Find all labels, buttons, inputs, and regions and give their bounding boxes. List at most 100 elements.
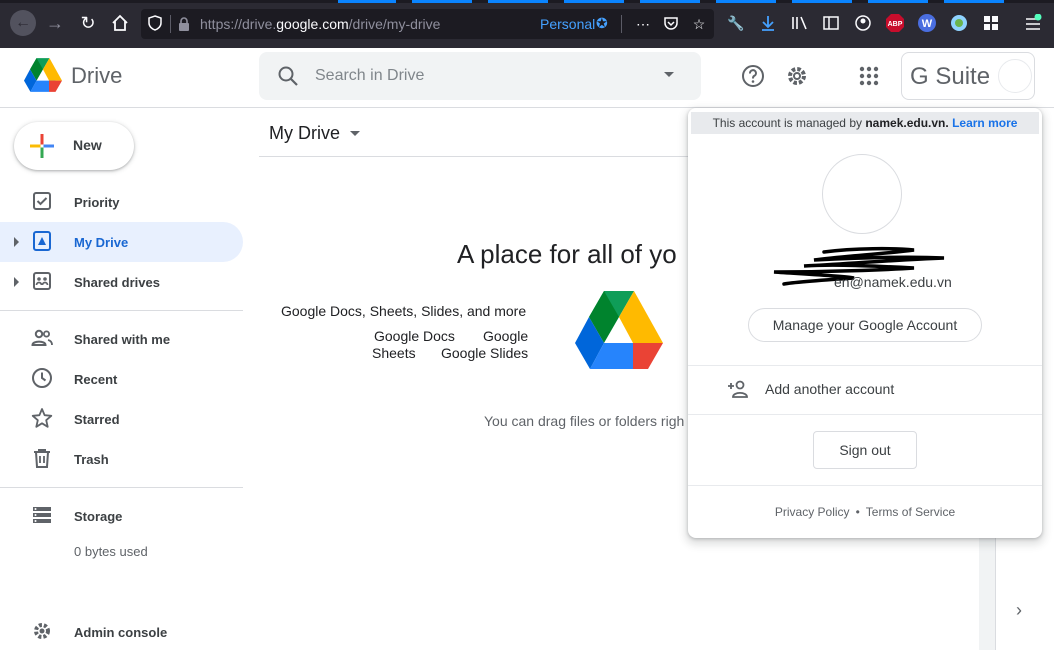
extension-globe-icon[interactable] bbox=[948, 12, 970, 34]
privacy-policy-link[interactable]: Privacy Policy bbox=[775, 505, 850, 519]
sidebar-item-shared-with-me[interactable]: Shared with me bbox=[0, 319, 243, 359]
sidebar-item-label: Shared drives bbox=[74, 275, 160, 290]
clock-icon bbox=[31, 367, 53, 389]
sidebar-divider bbox=[0, 310, 243, 311]
sidebar-item-label: Trash bbox=[74, 452, 109, 467]
sidebar-item-recent[interactable]: Recent bbox=[0, 359, 243, 399]
add-account-button[interactable]: Add another account bbox=[688, 365, 1042, 413]
reload-icon[interactable]: ↻ bbox=[75, 10, 101, 36]
sidebar-item-storage[interactable]: Storage bbox=[0, 496, 243, 536]
sidebar-item-label: Priority bbox=[74, 195, 120, 210]
url-bar[interactable]: https://drive.google.com/drive/my-drive … bbox=[141, 9, 714, 39]
manage-account-button[interactable]: Manage your Google Account bbox=[748, 308, 982, 342]
sidebar-toggle-icon[interactable] bbox=[820, 12, 842, 34]
sidebar-item-label: Starred bbox=[74, 412, 120, 427]
drag-drop-hint: You can drag files or folders righ bbox=[484, 413, 685, 429]
app-label-google: Google bbox=[483, 328, 529, 344]
wrench-icon[interactable]: 🔧 bbox=[725, 12, 747, 34]
my-drive-icon bbox=[31, 230, 53, 252]
managed-text: This account is managed by bbox=[712, 116, 862, 130]
svg-text:ABP: ABP bbox=[888, 21, 903, 28]
new-button[interactable]: New bbox=[14, 122, 134, 170]
library-icon[interactable] bbox=[789, 12, 811, 34]
fingerprint-icon[interactable]: ✪ bbox=[596, 15, 610, 33]
tab-strip bbox=[0, 0, 1054, 3]
home-icon[interactable] bbox=[107, 10, 133, 36]
container-label[interactable]: Personal bbox=[540, 16, 595, 32]
learn-more-link[interactable]: Learn more bbox=[952, 116, 1017, 130]
more-dots-icon[interactable]: ⋯ bbox=[633, 15, 653, 33]
url-text[interactable]: https://drive.google.com/drive/my-drive bbox=[200, 16, 440, 32]
pocket-icon[interactable] bbox=[661, 15, 681, 33]
download-icon[interactable] bbox=[757, 12, 779, 34]
expand-caret-icon[interactable] bbox=[14, 277, 19, 287]
help-icon[interactable] bbox=[740, 63, 766, 89]
star-icon bbox=[31, 407, 53, 429]
sidebar-item-trash[interactable]: Trash bbox=[0, 439, 243, 479]
drive-illustration-icon bbox=[575, 291, 663, 369]
apps-grid-icon[interactable] bbox=[856, 63, 882, 89]
add-person-icon bbox=[728, 379, 750, 399]
app-title[interactable]: Drive bbox=[71, 63, 122, 89]
gsuite-account-button[interactable]: G Suite bbox=[901, 52, 1035, 100]
trash-icon bbox=[31, 447, 53, 469]
drive-logo-icon[interactable] bbox=[24, 58, 62, 92]
storage-used-text: 0 bytes used bbox=[74, 544, 148, 559]
sidebar-divider bbox=[0, 487, 243, 488]
sidebar-item-admin-console[interactable]: Admin console bbox=[0, 612, 243, 652]
sidebar-item-label: My Drive bbox=[74, 235, 129, 250]
search-input[interactable] bbox=[315, 64, 645, 88]
checkbox-icon bbox=[31, 190, 53, 212]
app-label-docs: Google Docs bbox=[374, 328, 455, 344]
new-button-label: New bbox=[73, 137, 102, 153]
drive-header: Drive G Suite bbox=[0, 48, 1054, 108]
managed-account-banner: This account is managed by namek.edu.vn.… bbox=[691, 112, 1039, 134]
app-label-slides: Google Slides bbox=[441, 345, 529, 361]
bookmark-star-icon[interactable]: ☆ bbox=[689, 15, 709, 33]
avatar[interactable] bbox=[998, 59, 1032, 93]
features-heading: Google Docs, Sheets, Slides, and more bbox=[281, 303, 527, 319]
settings-gear-icon[interactable] bbox=[784, 63, 810, 89]
sidebar-item-my-drive[interactable]: My Drive bbox=[0, 222, 243, 262]
back-arrow-icon[interactable]: ← bbox=[10, 10, 36, 36]
search-options-dropdown-icon[interactable] bbox=[664, 72, 674, 77]
people-icon bbox=[31, 327, 53, 349]
shared-drives-icon bbox=[31, 270, 53, 292]
account-icon[interactable] bbox=[852, 12, 874, 34]
search-icon[interactable] bbox=[277, 65, 299, 87]
storage-icon bbox=[31, 504, 53, 526]
app-label-sheets: Sheets bbox=[372, 345, 416, 361]
terms-of-service-link[interactable]: Terms of Service bbox=[866, 505, 955, 519]
browser-toolbar: ← → ↻ https://drive.google.com/drive/my-… bbox=[0, 0, 1054, 48]
sidebar-item-starred[interactable]: Starred bbox=[0, 399, 243, 439]
account-email: en@namek.edu.vn bbox=[834, 274, 952, 290]
sidebar-item-shared-drives[interactable]: Shared drives bbox=[0, 262, 243, 302]
expand-caret-icon[interactable] bbox=[14, 237, 19, 247]
tracking-shield-icon[interactable] bbox=[147, 15, 163, 33]
gsuite-logo: G Suite bbox=[910, 63, 991, 90]
sidebar-item-label: Storage bbox=[74, 509, 123, 524]
empty-state-heading: A place for all of yo bbox=[457, 239, 677, 269]
sidebar-item-label: Recent bbox=[74, 372, 118, 387]
extensions-grid-icon[interactable] bbox=[980, 12, 1002, 34]
extension-w-icon[interactable]: W bbox=[916, 12, 938, 34]
account-popup: This account is managed by namek.edu.vn.… bbox=[688, 108, 1042, 538]
forward-arrow-icon[interactable]: → bbox=[42, 10, 68, 36]
sidebar-item-label: Shared with me bbox=[74, 332, 171, 347]
add-account-label: Add another account bbox=[765, 381, 895, 397]
footer-separator: • bbox=[855, 505, 860, 519]
adblock-icon[interactable]: ABP bbox=[884, 12, 906, 34]
page-title[interactable]: My Drive bbox=[269, 123, 340, 144]
managed-domain: namek.edu.vn. bbox=[865, 116, 949, 130]
popup-footer: Privacy Policy • Terms of Service bbox=[688, 505, 1042, 519]
svg-text:W: W bbox=[922, 18, 933, 30]
avatar[interactable] bbox=[822, 154, 902, 234]
lock-icon[interactable] bbox=[177, 16, 191, 32]
sign-out-button[interactable]: Sign out bbox=[813, 431, 917, 469]
search-box[interactable] bbox=[259, 52, 701, 100]
menu-hamburger-icon[interactable] bbox=[1022, 12, 1044, 34]
chevron-right-icon[interactable]: › bbox=[1016, 600, 1022, 621]
sidebar-item-label: Admin console bbox=[74, 625, 168, 640]
chevron-down-icon[interactable] bbox=[350, 131, 360, 136]
sidebar-item-priority[interactable]: Priority bbox=[0, 182, 243, 222]
